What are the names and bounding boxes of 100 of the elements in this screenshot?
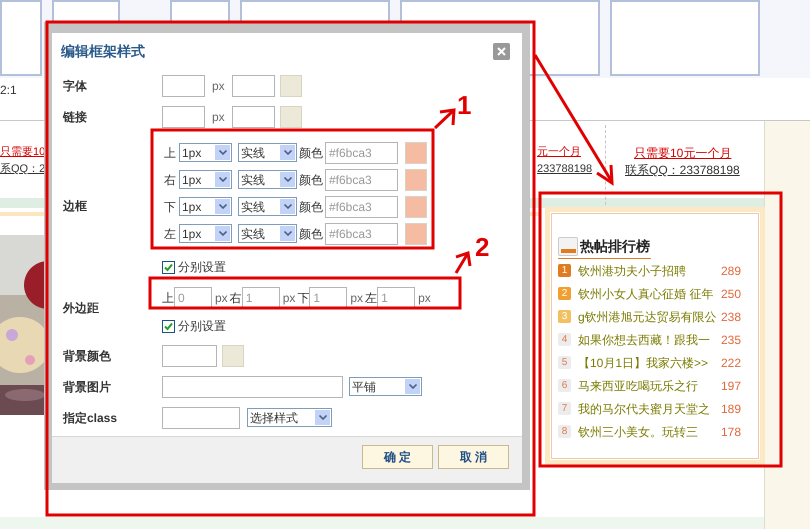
dialog-button[interactable]: 确 定 bbox=[362, 445, 433, 469]
field-label: 外边距 bbox=[63, 300, 100, 316]
color-swatch[interactable] bbox=[405, 222, 427, 244]
color-picker-button[interactable] bbox=[280, 74, 302, 96]
unit-label: px bbox=[350, 290, 364, 307]
chevron-down-icon bbox=[218, 204, 226, 209]
color-label: 颜色 bbox=[299, 172, 323, 188]
arrow bbox=[454, 251, 472, 274]
chevron-down-icon bbox=[408, 384, 416, 389]
hot-list-title: 热帖排行榜 bbox=[580, 237, 650, 256]
style-select[interactable]: 选择样式 bbox=[247, 408, 332, 427]
color-label: 颜色 bbox=[299, 144, 323, 162]
post-title-link[interactable]: 我的马尔代夫蜜月天堂之 bbox=[578, 400, 717, 418]
post-title-link[interactable]: 马来西亚吃喝玩乐之行 bbox=[578, 376, 717, 394]
style-select[interactable]: 实线 bbox=[238, 143, 297, 162]
ad-price-link[interactable]: 元一个月 bbox=[537, 144, 581, 160]
checkbox[interactable] bbox=[162, 260, 175, 274]
chevron-down-icon bbox=[318, 415, 326, 420]
color-field[interactable] bbox=[162, 344, 217, 366]
margin-field[interactable]: 1 bbox=[309, 287, 348, 309]
post-title-link[interactable]: 钦州三小美女。玩转三 bbox=[578, 422, 717, 440]
size-field[interactable] bbox=[162, 106, 205, 128]
chevron-down-icon bbox=[284, 177, 292, 182]
checkbox-label: 分别设置 bbox=[178, 318, 226, 335]
field-label: 指定class bbox=[63, 410, 118, 426]
unit-label: px bbox=[282, 290, 296, 307]
field-label: 字体 bbox=[63, 78, 88, 94]
dialog-title: 编辑框架样式 bbox=[61, 42, 145, 60]
unit-label: px bbox=[215, 290, 228, 307]
color-field[interactable] bbox=[232, 74, 275, 96]
unit-label: px bbox=[212, 108, 225, 126]
rank-badge: 7 bbox=[558, 402, 571, 415]
style-select[interactable]: 实线 bbox=[238, 224, 297, 243]
chevron-down-icon bbox=[218, 231, 226, 236]
side-label: 下 bbox=[297, 290, 310, 307]
side-label: 右 bbox=[164, 172, 176, 188]
rank-badge: 6 bbox=[558, 379, 571, 392]
checkbox[interactable] bbox=[162, 320, 175, 332]
annotation-number: 1 bbox=[457, 92, 472, 118]
rank-badge: 3 bbox=[558, 310, 571, 323]
image-url-field[interactable] bbox=[162, 376, 343, 398]
post-title-link[interactable]: 钦州小女人真心征婚 征年 bbox=[578, 284, 717, 302]
post-count: 238 bbox=[721, 308, 742, 326]
rank-badge: 5 bbox=[558, 356, 571, 369]
width-select[interactable]: 1px bbox=[179, 197, 232, 216]
width-select[interactable]: 1px bbox=[179, 170, 232, 189]
side-label: 下 bbox=[164, 198, 176, 216]
post-title-link[interactable]: 【10月1日】我家六楼>> bbox=[578, 354, 717, 372]
color-field[interactable]: #f6bca3 bbox=[325, 222, 398, 244]
dialog-button[interactable]: 取 消 bbox=[438, 445, 509, 469]
size-field[interactable] bbox=[162, 74, 205, 96]
close-icon bbox=[497, 46, 506, 56]
color-picker-button[interactable] bbox=[280, 106, 302, 128]
style-select[interactable]: 实线 bbox=[238, 197, 297, 216]
post-title-link[interactable]: 钦州港功夫小子招聘 bbox=[578, 262, 717, 280]
post-count: 178 bbox=[721, 424, 742, 440]
post-title-link[interactable]: 如果你想去西藏！跟我一 bbox=[578, 330, 717, 348]
color-picker-button[interactable] bbox=[222, 344, 244, 366]
side-label: 左 bbox=[365, 290, 378, 307]
color-swatch[interactable] bbox=[405, 168, 427, 190]
color-field[interactable]: #f6bca3 bbox=[325, 142, 398, 164]
style-select[interactable]: 实线 bbox=[238, 170, 297, 189]
post-count: 189 bbox=[721, 400, 742, 418]
hot-icon bbox=[558, 237, 578, 256]
side-label: 上 bbox=[162, 290, 174, 307]
post-count: 197 bbox=[721, 378, 742, 394]
post-count: 250 bbox=[721, 286, 742, 302]
field-label: 边框 bbox=[63, 198, 88, 214]
rank-badge: 2 bbox=[558, 287, 571, 300]
color-swatch[interactable] bbox=[405, 142, 427, 164]
repeat-select[interactable]: 平铺 bbox=[349, 377, 422, 396]
color-label: 颜色 bbox=[299, 198, 323, 216]
field-label: 链接 bbox=[63, 108, 88, 126]
side-label: 上 bbox=[164, 144, 176, 162]
margin-field[interactable]: 0 bbox=[174, 287, 212, 309]
post-count: 222 bbox=[721, 354, 742, 372]
ad-contact-link[interactable]: 233788198 bbox=[537, 161, 592, 178]
margin-field[interactable]: 1 bbox=[242, 287, 280, 309]
color-field[interactable]: #f6bca3 bbox=[325, 196, 398, 218]
color-field[interactable] bbox=[232, 106, 275, 128]
color-swatch[interactable] bbox=[405, 196, 427, 218]
color-field[interactable]: #f6bca3 bbox=[325, 168, 398, 190]
post-count: 235 bbox=[721, 332, 742, 348]
side-label: 右 bbox=[230, 290, 242, 307]
width-select[interactable]: 1px bbox=[179, 143, 232, 162]
chevron-down-icon bbox=[218, 177, 226, 182]
ratio-text: 2:1 bbox=[0, 82, 17, 99]
ad-contact-link[interactable]: 联系QQ：233788198 bbox=[625, 161, 740, 179]
margin-field[interactable]: 1 bbox=[377, 287, 416, 309]
class-field[interactable] bbox=[162, 406, 240, 428]
chevron-down-icon bbox=[284, 150, 292, 155]
ad-price-link[interactable]: 只需要10元一个月 bbox=[634, 144, 732, 162]
check-icon bbox=[164, 322, 173, 330]
width-select[interactable]: 1px bbox=[179, 224, 232, 243]
check-icon bbox=[164, 262, 173, 272]
rank-badge: 4 bbox=[558, 333, 571, 346]
chevron-down-icon bbox=[284, 204, 292, 209]
side-label: 左 bbox=[164, 226, 176, 242]
post-title-link[interactable]: g钦州港旭元达贸易有限公 bbox=[578, 308, 717, 326]
close-button[interactable] bbox=[493, 42, 510, 60]
